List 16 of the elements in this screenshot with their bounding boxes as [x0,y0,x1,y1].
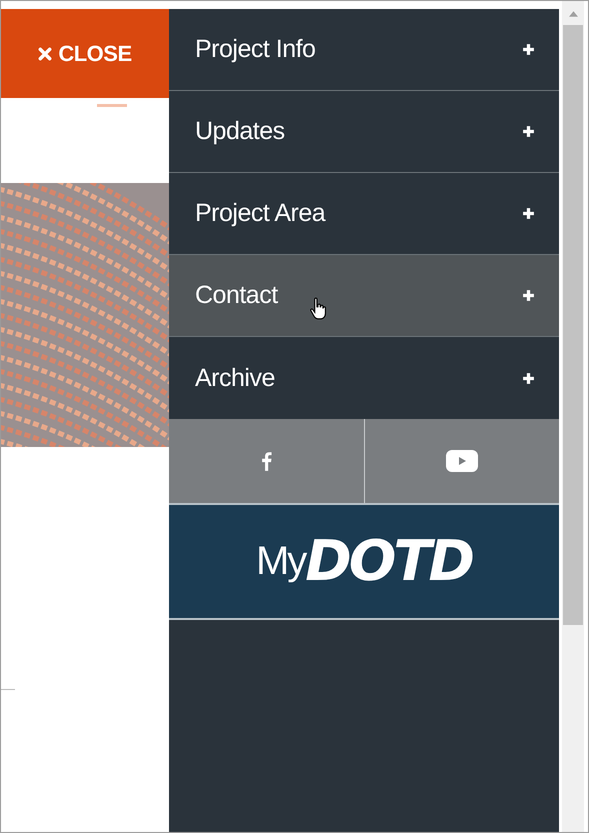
plus-icon [522,207,535,220]
plus-icon [522,372,535,384]
plus-icon [522,289,535,302]
plus-icon [522,43,535,56]
hand-cursor-icon [309,297,327,321]
scroll-up-icon[interactable] [568,11,578,17]
youtube-icon [446,450,478,472]
facebook-icon [260,451,272,471]
logo-wordmark: DOTD [305,529,472,594]
plus-icon [522,125,535,138]
scrollbar-thumb[interactable] [563,25,583,625]
close-icon [38,46,52,60]
menu-item[interactable]: Contact [169,255,559,337]
heading-underline [97,104,127,107]
close-button[interactable]: CLOSE [1,9,169,98]
logo-prefix: My [256,539,306,584]
